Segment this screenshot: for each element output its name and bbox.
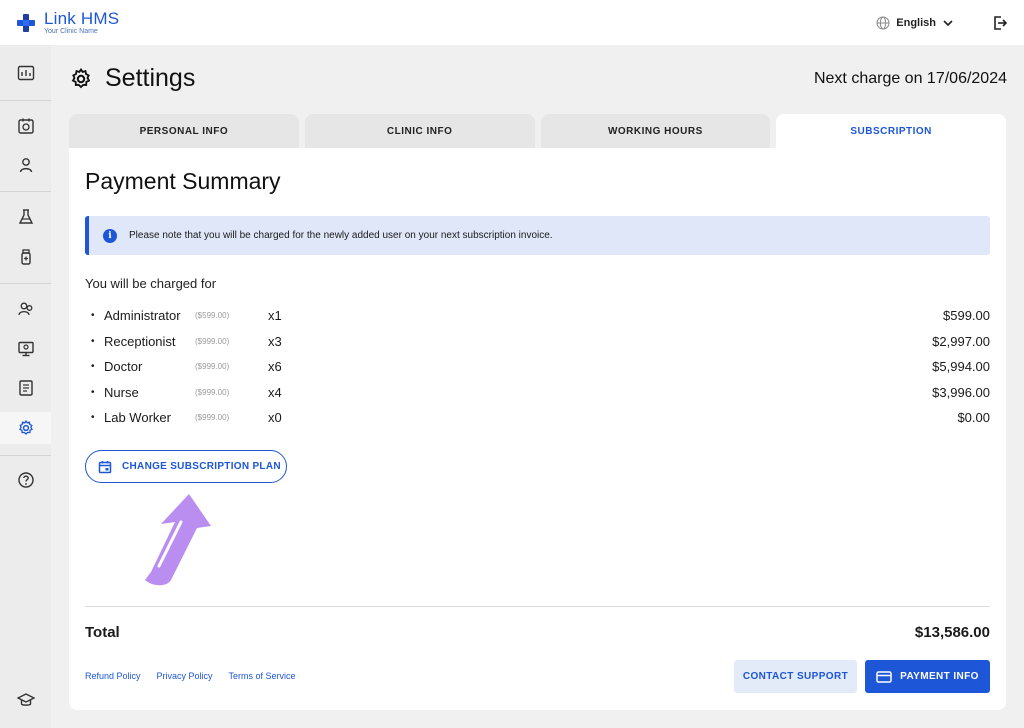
sidebar-item-lab[interactable] <box>0 201 51 233</box>
dashboard-icon <box>17 65 34 81</box>
footer-links: Refund Policy Privacy Policy Terms of Se… <box>85 671 296 681</box>
brand[interactable]: Link HMS Your Clinic Name <box>16 10 119 35</box>
settings-icon <box>18 419 33 435</box>
sidebar-item-dashboard[interactable] <box>0 57 51 89</box>
item-quantity: x3 <box>268 333 282 349</box>
contact-support-button[interactable]: CONTACT SUPPORT <box>734 660 857 693</box>
sidebar-item-patients[interactable] <box>0 149 51 181</box>
charge-items-list: • Administrator ($599.00) x1 $599.00 • R… <box>85 303 990 431</box>
subscription-card: Payment Summary i Please note that you w… <box>69 148 1006 710</box>
item-unit-price: ($999.00) <box>195 387 230 397</box>
item-role: Receptionist <box>104 333 176 349</box>
item-amount: $599.00 <box>943 308 990 324</box>
privacy-policy-link[interactable]: Privacy Policy <box>157 671 213 681</box>
item-quantity: x4 <box>268 384 282 400</box>
item-unit-price: ($599.00) <box>195 311 230 321</box>
globe-icon <box>876 16 890 29</box>
brand-logo-icon <box>17 13 35 32</box>
payment-info-label: PAYMENT INFO <box>900 671 979 682</box>
info-notice: i Please note that you will be charged f… <box>85 216 990 255</box>
tab-working-hours[interactable]: WORKING HOURS <box>540 114 771 148</box>
calendar-icon <box>98 460 112 473</box>
item-unit-price: ($999.00) <box>195 413 230 423</box>
item-role: Administrator <box>104 308 181 324</box>
brand-name: Link HMS <box>44 9 120 28</box>
sidebar-item-monitor[interactable] <box>0 333 51 365</box>
chevron-down-icon <box>943 19 953 26</box>
item-amount: $5,994.00 <box>932 359 990 375</box>
staff-icon <box>17 302 32 316</box>
patients-icon <box>19 158 32 173</box>
brand-subtitle: Your Clinic Name <box>44 28 98 35</box>
change-subscription-plan-button[interactable]: CHANGE SUBSCRIPTION PLAN <box>85 450 287 483</box>
credit-card-icon <box>876 670 892 683</box>
refund-policy-link[interactable]: Refund Policy <box>85 671 141 681</box>
list-item: • Doctor ($999.00) x6 $5,994.00 <box>91 359 990 375</box>
monitor-icon <box>17 341 34 357</box>
settings-gear-icon <box>71 67 91 88</box>
item-role: Nurse <box>104 384 139 400</box>
item-amount: $2,997.00 <box>932 333 990 349</box>
item-amount: $3,996.00 <box>932 384 990 400</box>
page-title-text: Settings <box>105 64 196 92</box>
tab-clinic-info[interactable]: CLINIC INFO <box>304 114 535 148</box>
education-icon <box>16 693 35 706</box>
sidebar-item-staff[interactable] <box>0 293 51 325</box>
top-bar: Link HMS Your Clinic Name English <box>0 0 1024 45</box>
tab-subscription[interactable]: SUBSCRIPTION <box>776 114 1006 148</box>
list-item: • Nurse ($999.00) x4 $3,996.00 <box>91 384 990 400</box>
settings-tabs: PERSONAL INFO CLINIC INFO WORKING HOURS … <box>69 114 1006 148</box>
total-label: Total <box>85 624 120 641</box>
list-item: • Receptionist ($999.00) x3 $2,997.00 <box>91 333 990 349</box>
item-unit-price: ($999.00) <box>195 336 230 346</box>
help-icon <box>17 472 34 488</box>
total-amount: $13,586.00 <box>914 624 990 641</box>
sidebar-item-reports[interactable] <box>0 372 51 404</box>
item-role: Lab Worker <box>104 410 171 426</box>
list-item: • Lab Worker ($999.00) x0 $0.00 <box>91 410 990 426</box>
item-quantity: x1 <box>268 308 282 324</box>
annotation-arrow-icon <box>145 494 211 586</box>
sidebar-item-education[interactable] <box>0 684 51 716</box>
tab-personal-info[interactable]: PERSONAL INFO <box>69 114 299 148</box>
next-charge-text: Next charge on 17/06/2024 <box>813 70 1007 87</box>
info-notice-text: Please note that you will be charged for… <box>129 230 553 241</box>
appointments-icon <box>17 118 34 134</box>
sidebar-item-settings[interactable] <box>0 412 51 444</box>
change-plan-label: CHANGE SUBSCRIPTION PLAN <box>122 461 281 472</box>
terms-of-service-link[interactable]: Terms of Service <box>229 671 296 681</box>
item-amount: $0.00 <box>957 410 990 426</box>
payment-summary-title: Payment Summary <box>85 168 281 194</box>
lab-icon <box>18 209 33 224</box>
language-selector[interactable]: English <box>876 16 954 30</box>
item-role: Doctor <box>104 359 143 375</box>
reports-icon <box>18 380 33 396</box>
total-divider <box>85 606 990 607</box>
page-title: Settings <box>69 64 195 93</box>
item-quantity: x6 <box>268 359 282 375</box>
language-label: English <box>896 16 936 29</box>
info-icon: i <box>103 228 117 243</box>
sidebar-item-pharmacy[interactable] <box>0 241 51 273</box>
item-unit-price: ($999.00) <box>195 362 230 372</box>
logout-icon[interactable] <box>992 15 1008 31</box>
list-item: • Administrator ($599.00) x1 $599.00 <box>91 308 990 324</box>
charged-for-label: You will be charged for <box>85 276 217 291</box>
payment-info-button[interactable]: PAYMENT INFO <box>865 660 990 693</box>
sidebar <box>0 45 51 728</box>
sidebar-item-help[interactable] <box>0 464 51 496</box>
item-quantity: x0 <box>268 410 282 426</box>
sidebar-item-appointments[interactable] <box>0 110 51 142</box>
pharmacy-icon <box>20 249 31 265</box>
